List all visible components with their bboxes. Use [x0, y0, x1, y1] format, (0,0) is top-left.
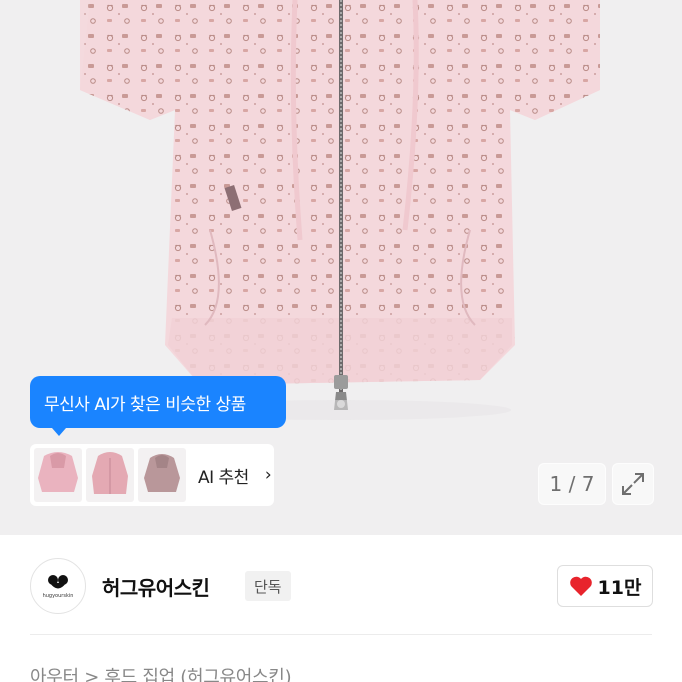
exclusive-badge: 단독 — [245, 571, 291, 601]
heart-icon — [569, 576, 592, 596]
product-image-gallery[interactable]: 무신사 AI가 찾은 비슷한 상품 AI 추천 › 1 / 7 — [0, 0, 682, 535]
recommend-thumb-1[interactable] — [34, 448, 82, 502]
ai-recommend-label[interactable]: AI 추천 — [198, 463, 249, 488]
brand-logo-text: hugyourskin — [42, 592, 74, 599]
chevron-right-icon[interactable]: › — [265, 465, 272, 485]
brand-logo-mark-icon — [48, 574, 68, 588]
like-button[interactable]: 11만 — [557, 565, 653, 607]
recommend-thumb-2[interactable] — [86, 448, 134, 502]
expand-icon — [622, 473, 644, 495]
tooltip-text: 무신사 AI가 찾은 비슷한 상품 — [44, 394, 246, 415]
pager-text: 1 / 7 — [549, 472, 595, 496]
brand-logo[interactable]: hugyourskin — [30, 558, 86, 614]
image-pager: 1 / 7 — [538, 463, 606, 505]
expand-button[interactable] — [612, 463, 654, 505]
ai-similar-products-tooltip[interactable]: 무신사 AI가 찾은 비슷한 상품 — [30, 376, 286, 436]
breadcrumb[interactable]: 아우터 > 후드 집업 (허그유어스킨) — [30, 663, 292, 682]
brand-row: hugyourskin 허그유어스킨 단독 11만 — [0, 535, 682, 635]
brand-name[interactable]: 허그유어스킨 — [102, 572, 210, 601]
ai-recommend-card[interactable]: AI 추천 › — [30, 444, 274, 506]
like-count: 11만 — [597, 576, 642, 599]
divider — [30, 634, 652, 635]
recommend-thumb-3[interactable] — [138, 448, 186, 502]
